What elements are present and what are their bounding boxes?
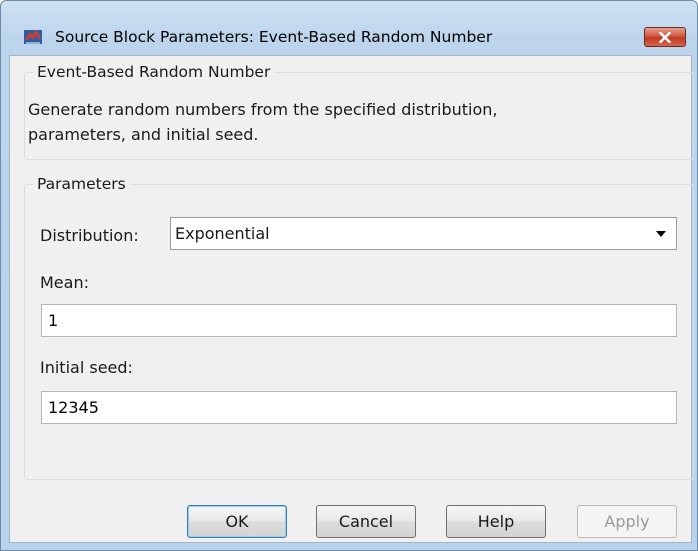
description-line-1: Generate random numbers from the specifi…	[28, 100, 498, 119]
help-button[interactable]: Help	[446, 505, 546, 538]
apply-button[interactable]: Apply	[577, 505, 677, 538]
window-title: Source Block Parameters: Event-Based Ran…	[55, 28, 493, 46]
chevron-down-icon[interactable]	[656, 231, 666, 237]
distribution-label: Distribution:	[40, 226, 139, 245]
mean-input[interactable]	[41, 304, 677, 337]
block-description: Generate random numbers from the specifi…	[28, 97, 628, 147]
description-line-2: parameters, and initial seed.	[28, 125, 259, 144]
distribution-value: Exponential	[175, 224, 270, 243]
title-bar[interactable]: Source Block Parameters: Event-Based Ran…	[1, 1, 697, 47]
distribution-select[interactable]: Exponential	[170, 217, 677, 250]
mean-label: Mean:	[40, 273, 89, 292]
close-icon	[659, 32, 671, 43]
initial-seed-label: Initial seed:	[40, 358, 133, 377]
cancel-button[interactable]: Cancel	[316, 505, 416, 538]
block-name-legend: Event-Based Random Number	[37, 63, 271, 81]
simulink-block-icon	[23, 26, 45, 48]
ok-button[interactable]: OK	[187, 505, 287, 538]
initial-seed-input[interactable]	[41, 391, 677, 424]
close-button[interactable]	[644, 27, 686, 47]
parameters-legend: Parameters	[37, 175, 126, 193]
